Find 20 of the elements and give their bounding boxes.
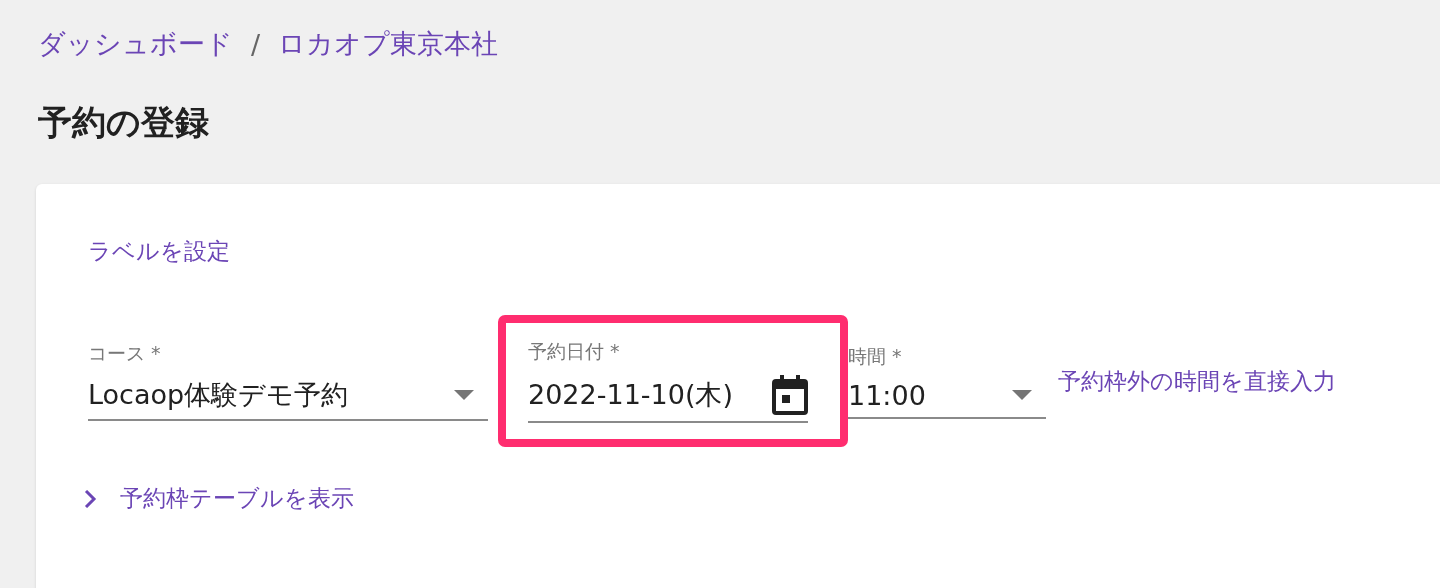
chevron-icon xyxy=(84,489,98,508)
calendar-icon[interactable] xyxy=(772,375,808,415)
dropdown-caret-icon xyxy=(1012,390,1032,400)
field-label: コース * xyxy=(88,341,162,366)
breadcrumb-link[interactable]: ダッシュボード xyxy=(38,26,233,62)
field-label: 予約日付 * xyxy=(528,339,621,364)
date-field[interactable]: 予約日付 * 2022-11-10(木) xyxy=(528,339,808,423)
field-label: 時間 * xyxy=(848,343,903,369)
field-value: 11:00 xyxy=(848,379,926,411)
set-label-link[interactable]: ラベルを設定 xyxy=(88,238,230,264)
breadcrumb-link[interactable]: ロカオプ東京本社 xyxy=(278,26,499,62)
select-field[interactable]: 時間 * 11:00 xyxy=(848,343,1046,419)
direct-time-input-link[interactable]: 予約枠外の時間を直接入力 xyxy=(1058,365,1336,397)
slot-table-toggle[interactable]: 予約枠テーブルを表示 xyxy=(84,483,354,514)
dropdown-caret-icon xyxy=(454,390,474,400)
field-value: 2022-11-10(木) xyxy=(528,378,733,412)
field-value: Locaop体験デモ予約 xyxy=(88,378,349,412)
page-title: 予約の登録 xyxy=(38,101,210,144)
breadcrumb-separator: / xyxy=(251,28,261,60)
select-field[interactable]: コース * Locaop体験デモ予約 xyxy=(88,341,488,421)
